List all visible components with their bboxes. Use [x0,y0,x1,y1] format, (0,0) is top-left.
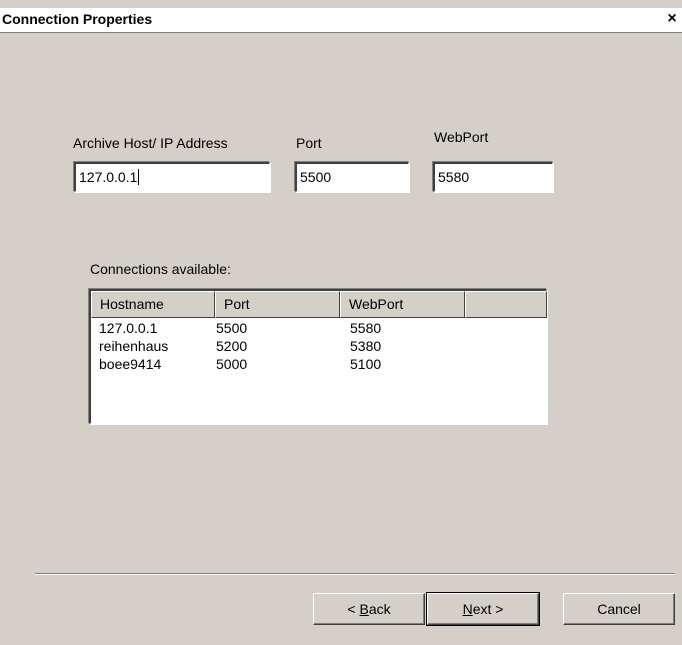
title-bar: Connection Properties × [0,8,682,33]
cell-port: 5200 [216,338,248,354]
host-input-value: 127.0.0.1 [79,169,138,185]
host-input[interactable]: 127.0.0.1 [74,162,270,192]
port-label: Port [296,135,322,151]
back-button-prefix: < [347,601,360,617]
cell-port: 5500 [216,320,248,336]
next-button[interactable]: Next > [426,592,540,626]
back-button[interactable]: < Back [313,593,425,625]
webport-label: WebPort [434,129,489,145]
back-button-mnemonic: B [359,601,369,617]
column-header-hostname[interactable]: Hostname [91,291,215,318]
column-header-empty[interactable] [465,291,547,318]
column-header-webport[interactable]: WebPort [340,291,465,318]
column-header-port[interactable]: Port [215,291,340,318]
cell-hostname: reihenhaus [99,338,169,354]
text-caret [138,169,140,185]
cell-webport: 5580 [350,320,382,336]
cell-port: 5000 [216,356,248,372]
cell-webport: 5100 [350,356,382,372]
footer-divider [35,573,675,575]
close-icon[interactable]: × [664,9,680,29]
webport-input[interactable]: 5580 [433,162,553,192]
cell-hostname: 127.0.0.1 [99,320,158,336]
cell-hostname: boee9414 [99,356,162,372]
cell-webport: 5380 [350,338,382,354]
connections-label: Connections available: [90,261,231,277]
host-label: Archive Host/ IP Address [73,135,228,151]
window-title: Connection Properties [2,11,153,27]
cancel-button[interactable]: Cancel [563,593,675,625]
next-button-rest: ext > [472,601,504,617]
connections-list[interactable]: Hostname Port WebPort 127.0.0.1 5500 558… [89,289,547,424]
next-button-mnemonic: N [462,601,473,617]
back-button-rest: ack [368,601,391,617]
port-input[interactable]: 5500 [295,162,409,192]
